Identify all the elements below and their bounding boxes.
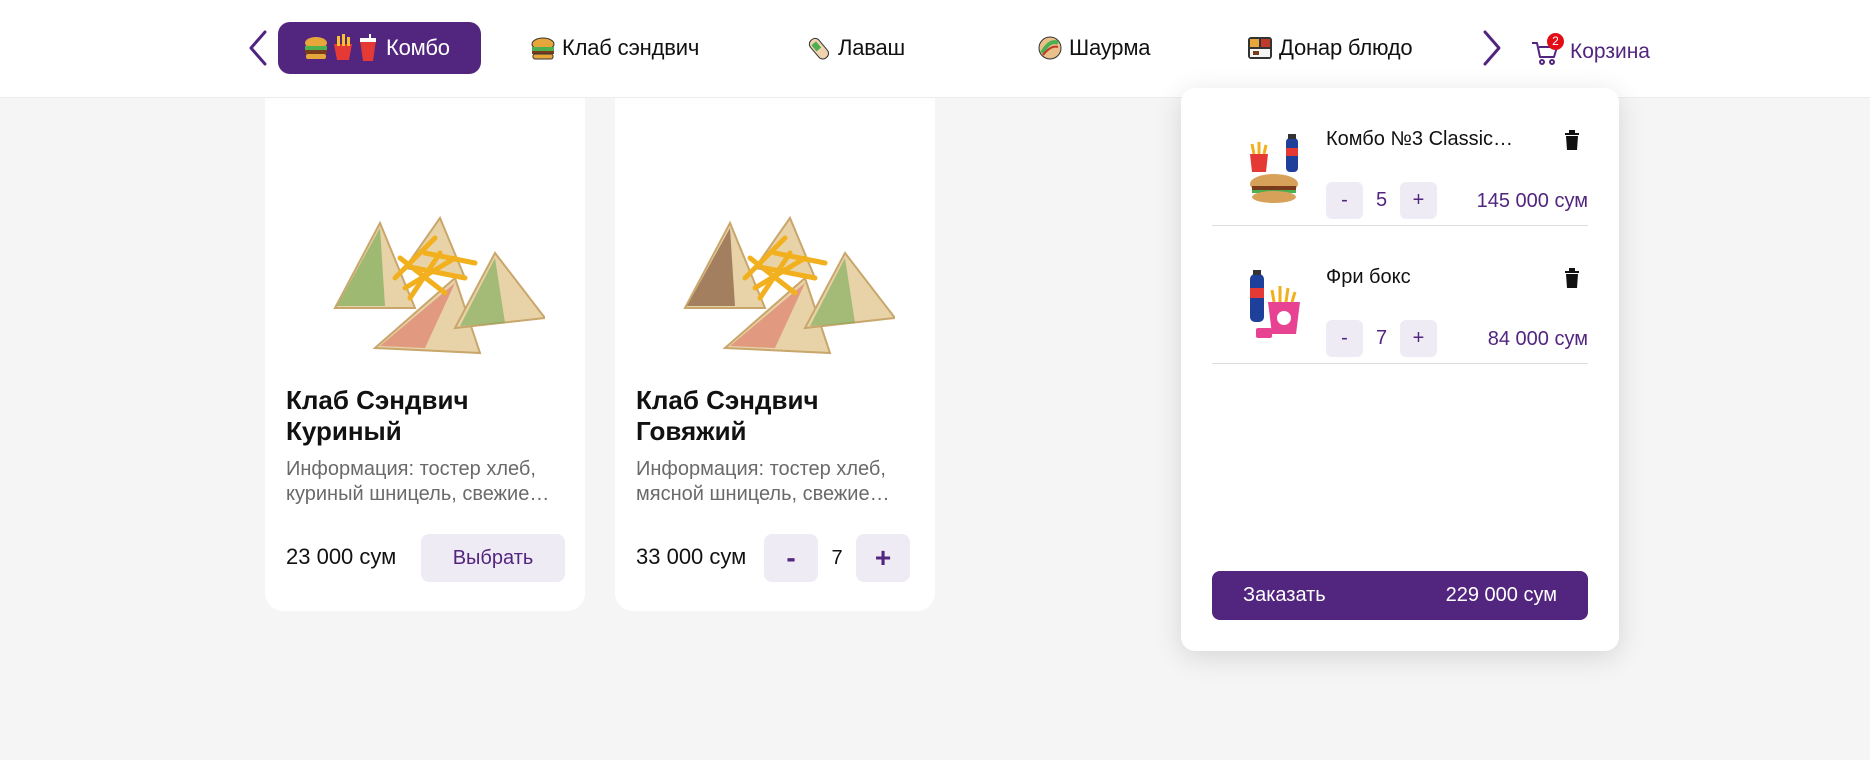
cart-item-name: Комбо №3 Classic… [1326,128,1514,150]
tab-combo[interactable]: Комбо [278,22,481,74]
quantity-value: 7 [1375,327,1388,349]
cart-item-name: Фри бокс [1326,266,1411,288]
cart-icon: 2 [1530,33,1564,67]
cart-item: Комбо №3 Classic… - 5 + 145 000 сум [1212,88,1588,226]
top-navigation-bar: Комбо Клаб сэндвич Лаваш Шаурма Донар бл… [0,0,1870,98]
product-description: Информация: тостер хлеб, мясной шницель,… [636,458,890,505]
scroll-left-arrow-icon[interactable] [243,28,273,68]
cart-item: Фри бокс - 7 + 84 000 сум [1212,226,1588,364]
shawarma-icon [1037,35,1063,61]
lavash-icon [806,35,832,61]
tab-label: Шаурма [1069,35,1151,60]
tab-label: Донар блюдо [1279,35,1413,60]
increase-quantity-button[interactable]: + [856,534,910,582]
product-image [305,158,547,373]
product-title: Клаб Сэндвич Куриный [286,385,469,446]
quantity-value: 5 [1375,189,1388,211]
product-image [655,158,897,373]
product-description: Информация: тостер хлеб, куриный шницель… [286,458,550,505]
product-title: Клаб Сэндвич Говяжий [636,385,819,446]
decrease-quantity-button[interactable]: - [764,534,818,582]
scroll-right-arrow-icon[interactable] [1477,28,1507,68]
cart-item-price: 145 000 сум [1476,190,1588,212]
product-card[interactable]: Клаб Сэндвич Говяжий Информация: тостер … [615,98,935,611]
decrease-quantity-button[interactable]: - [1326,182,1363,219]
cart-item-price: 84 000 сум [1487,328,1588,350]
combo-icon [304,34,380,62]
cart-link[interactable]: 2 Корзина [1530,33,1650,70]
tab-shawarma[interactable]: Шаурма [1037,22,1151,74]
tab-donar-plate[interactable]: Донар блюдо [1247,22,1413,74]
sandwich-icon [530,35,556,61]
donar-plate-icon [1247,35,1273,61]
decrease-quantity-button[interactable]: - [1326,320,1363,357]
cart-label: Корзина [1570,40,1650,63]
cart-item-image [1246,270,1306,350]
order-total: 229 000 сум [1445,584,1557,606]
increase-quantity-button[interactable]: + [1400,320,1437,357]
order-label: Заказать [1243,584,1326,606]
quantity-value: 7 [831,546,843,569]
product-card[interactable]: Клаб Сэндвич Куриный Информация: тостер … [265,98,585,611]
cart-count-badge: 2 [1547,33,1564,50]
tab-label: Клаб сэндвич [562,35,700,60]
trash-icon[interactable] [1564,130,1580,150]
product-price: 33 000 сум [636,544,747,569]
select-button[interactable]: Выбрать [421,534,565,582]
cart-item-image [1246,132,1306,212]
order-button[interactable]: Заказать 229 000 сум [1212,571,1588,620]
tab-label: Лаваш [838,35,905,60]
tab-label: Комбо [386,35,450,60]
tab-lavash[interactable]: Лаваш [806,22,905,74]
trash-icon[interactable] [1564,268,1580,288]
increase-quantity-button[interactable]: + [1400,182,1437,219]
product-price: 23 000 сум [286,544,397,569]
tab-club-sandwich[interactable]: Клаб сэндвич [530,22,699,74]
cart-dropdown: Комбо №3 Classic… - 5 + 145 000 сум Фри … [1181,88,1619,651]
